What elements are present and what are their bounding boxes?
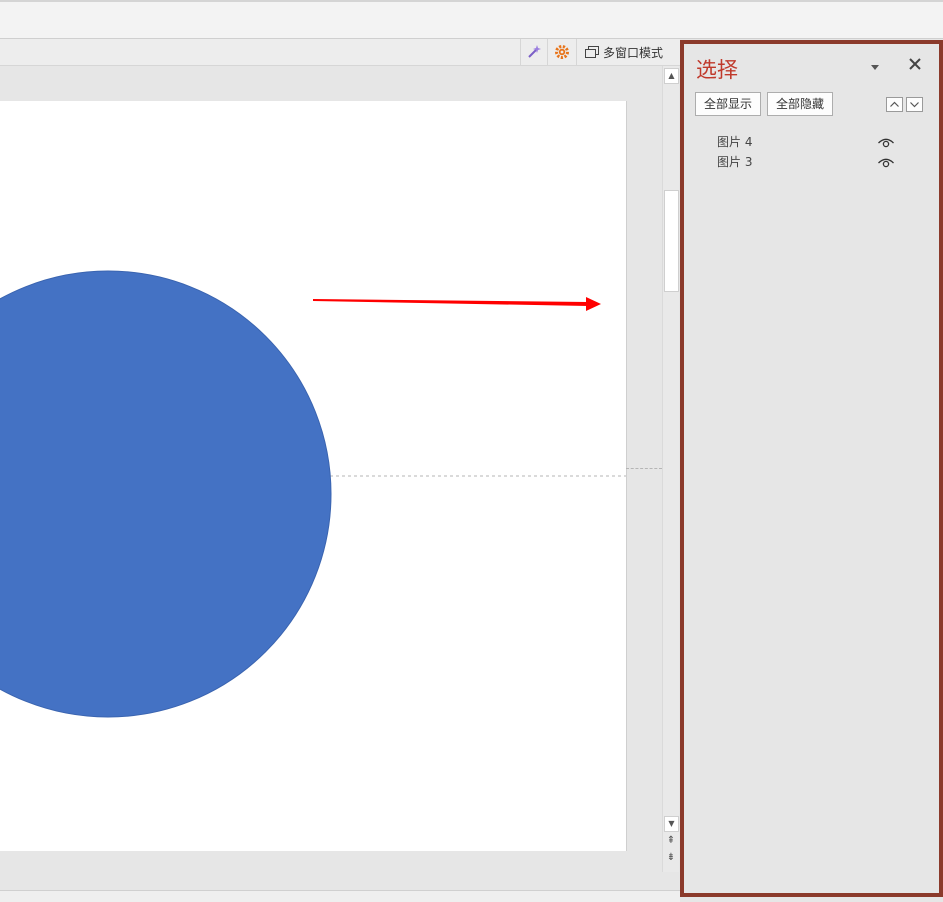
send-backward-button[interactable] xyxy=(906,97,923,112)
slide-canvas[interactable] xyxy=(0,101,627,852)
object-item-label: 图片 4 xyxy=(717,135,753,149)
magic-wand-icon xyxy=(528,45,541,58)
window-top-border xyxy=(0,0,943,2)
object-item[interactable]: 图片 4 xyxy=(717,133,902,151)
guide-line-extension xyxy=(626,468,662,469)
object-item-label: 图片 3 xyxy=(717,155,753,169)
multi-window-icon xyxy=(585,46,599,58)
eye-icon[interactable] xyxy=(877,134,895,150)
magic-wand-button[interactable] xyxy=(520,39,547,65)
settings-button[interactable] xyxy=(547,39,576,65)
close-icon[interactable] xyxy=(908,57,922,71)
eye-icon[interactable] xyxy=(877,154,895,170)
red-arrow-annotation xyxy=(313,297,601,311)
multi-window-mode-button[interactable]: 多窗口模式 xyxy=(576,39,668,65)
chevron-down-icon xyxy=(910,102,919,108)
status-bar xyxy=(0,890,680,902)
selection-pane: 选择 全部显示 全部隐藏 图片 4 图片 3 xyxy=(680,40,943,897)
canvas-toolbar: 多窗口模式 xyxy=(0,39,680,66)
hide-all-button[interactable]: 全部隐藏 xyxy=(767,92,834,116)
show-all-button[interactable]: 全部显示 xyxy=(695,92,762,116)
bring-forward-button[interactable] xyxy=(886,97,903,112)
selection-pane-title: 选择 xyxy=(696,58,738,82)
previous-page-icon[interactable]: ⇞ xyxy=(665,835,677,847)
object-item[interactable]: 图片 3 xyxy=(717,153,902,171)
dropdown-arrow-icon[interactable] xyxy=(868,60,882,74)
next-page-icon[interactable]: ⇟ xyxy=(665,852,677,864)
scroll-up-arrow[interactable]: ▲ xyxy=(664,68,679,84)
blue-circle-shape[interactable] xyxy=(0,270,332,718)
workspace-margin xyxy=(0,851,662,890)
slide-drawing xyxy=(0,270,626,718)
vertical-scrollbar[interactable]: ▲ ▼ ⇞ ⇟ xyxy=(662,66,679,872)
multi-window-label: 多窗口模式 xyxy=(603,45,664,60)
top-chrome xyxy=(0,0,943,39)
slide-workspace xyxy=(0,66,662,890)
scroll-thumb[interactable] xyxy=(664,190,679,292)
scroll-down-arrow[interactable]: ▼ xyxy=(664,816,679,832)
gear-icon xyxy=(555,45,569,59)
chevron-up-icon xyxy=(890,101,899,107)
